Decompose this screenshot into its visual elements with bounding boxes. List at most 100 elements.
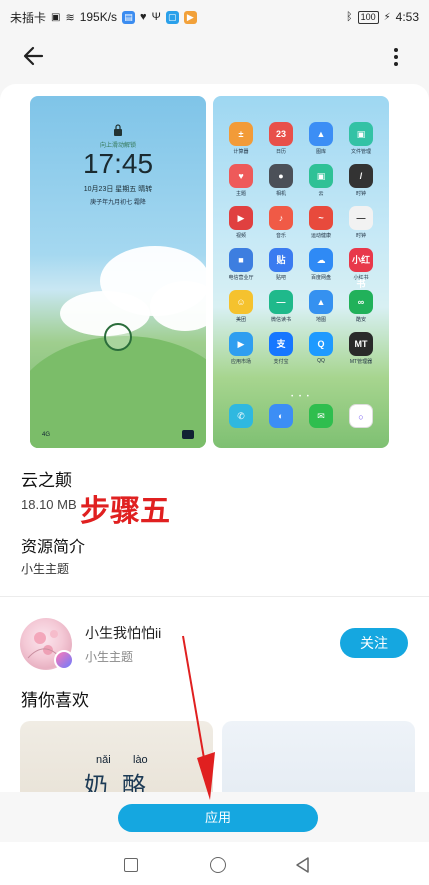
app-label: 地图 (315, 317, 326, 323)
charging-icon: ⚡ (383, 11, 391, 23)
system-nav-bar (0, 842, 429, 885)
author-badge-icon (54, 650, 74, 670)
app-icon: Q (309, 332, 333, 356)
battery-icon: 100 (357, 10, 379, 24)
lock-signal-text: 4G (42, 432, 51, 438)
theme-size: 18.10 MB (21, 497, 77, 512)
notification-app-icon: ▤ (122, 10, 136, 24)
app-label: 小红书 (353, 275, 369, 281)
dock-app-icon: ✉ (309, 404, 333, 428)
app-label: 百度网盘 (310, 275, 331, 281)
divider (0, 596, 429, 597)
app-icon: ♪ (269, 206, 293, 230)
app-label: MT管理器 (349, 359, 373, 365)
dock-app-icon: ◐ (269, 404, 293, 428)
app-label: 美团 (235, 317, 246, 323)
app-label: 音乐 (275, 233, 286, 239)
app-icon: ▣ (349, 122, 373, 146)
step-annotation: 步骤五 (80, 495, 170, 528)
home-app-item: ▣ 文件管理 (341, 122, 381, 155)
home-app-item: ■ 电信营业厅 (221, 248, 261, 281)
carrier-text: 未插卡 (10, 10, 47, 25)
home-app-item: ▲ 地图 (301, 290, 341, 323)
sim-icon: ▣ (51, 11, 61, 23)
author-subtitle: 小生主题 (85, 650, 134, 664)
home-app-item: ♥ 主题 (221, 164, 261, 197)
app-icon: 贴 (269, 248, 293, 272)
wifi-icon: ≋ (65, 11, 75, 24)
home-app-item: ☺ 美团 (221, 290, 261, 323)
dock-app-icon: ✆ (229, 404, 253, 428)
camera-icon (182, 430, 194, 439)
app-icon: ● (269, 164, 293, 188)
app-icon: ▣ (309, 164, 333, 188)
nav-back-icon[interactable] (294, 856, 312, 874)
dock-app-icon: ○ (349, 404, 373, 428)
notification-app-icon-3: ▶ (183, 10, 197, 24)
app-icon: ~ (309, 206, 333, 230)
page-indicator: • • • (291, 394, 311, 400)
home-app-item: ♪ 音乐 (261, 206, 301, 239)
homescreen-preview[interactable]: ± 计算器 23 日历 ▲ 图库 ▣ 文件管理 ♥ 主题 ● 相机 ▣ 云 / 时钟 ▶ 视频 ♪ 音乐 ~ 运动健康 — 时… (213, 96, 389, 448)
usb-icon: Ψ (151, 11, 161, 23)
home-app-item: 支支付宝 (261, 332, 301, 365)
home-icon[interactable] (210, 857, 226, 873)
follow-button[interactable]: 关注 (340, 628, 408, 658)
app-icon: 小红书 (349, 248, 373, 289)
home-app-item: ☁ 百度网盘 (301, 248, 341, 281)
app-label: 时钟 (355, 191, 366, 197)
app-label: 运动健康 (310, 233, 331, 239)
app-icon: ∞ (349, 290, 373, 314)
lock-icon (114, 124, 122, 136)
app-icon: — (269, 290, 293, 314)
more-options-icon[interactable] (386, 42, 406, 70)
recommend-heading: 猜你喜欢 (21, 691, 89, 710)
cloud-shape (150, 281, 206, 331)
app-icon: ▲ (309, 122, 333, 146)
app-label: 文件管理 (350, 149, 371, 155)
home-app-item: 23 日历 (261, 122, 301, 155)
card-pinyin: nǎi (96, 754, 111, 766)
home-app-item: ▶ 应用市场 (221, 332, 261, 365)
lock-time: 17:45 (82, 148, 154, 179)
home-app-item: — 微信读书 (261, 290, 301, 323)
app-label: 贴吧 (275, 275, 286, 281)
app-icon: / (349, 164, 373, 188)
home-app-item: ± 计算器 (221, 122, 261, 155)
fingerprint-icon (104, 323, 132, 351)
home-app-item: ~ 运动健康 (301, 206, 341, 239)
app-label: 酷安 (355, 317, 366, 323)
notification-app-icon-2: ▢ (165, 10, 179, 24)
app-label: 支付宝 (273, 359, 289, 365)
home-app-item: Q QQ (301, 332, 341, 364)
back-arrow-icon[interactable] (20, 42, 50, 70)
apply-button[interactable]: 应用 (118, 804, 318, 832)
home-app-item: ▶ 视频 (221, 206, 261, 239)
app-label: 电信营业厅 (228, 275, 254, 281)
intro-text: 小生主题 (21, 562, 70, 576)
home-app-item: ▣ 云 (301, 164, 341, 197)
app-icon: 支 (269, 332, 293, 356)
app-icon: ▶ (229, 206, 253, 230)
status-bar: 未插卡 ▣ ≋ 195K/s ▤ ♥ Ψ ▢ ▶ ᛒ 100 ⚡ 4:53 (0, 0, 429, 34)
recents-icon[interactable] (124, 858, 138, 872)
app-label: 主题 (235, 191, 246, 197)
app-icon: ■ (229, 248, 253, 272)
author-name[interactable]: 小生我怕怕ii (85, 623, 161, 643)
app-icon: — (349, 206, 373, 230)
home-app-item: ∞ 酷安 (341, 290, 381, 323)
app-label: 视频 (235, 233, 246, 239)
clock-time: 4:53 (395, 10, 419, 24)
home-app-item: MT MT管理器 (341, 332, 381, 365)
app-label: 日历 (275, 149, 286, 155)
home-app-item: 小红书 小红书 (341, 248, 381, 289)
app-icon: ♥ (229, 164, 253, 188)
lockscreen-preview[interactable]: 向上滑动解锁 17:45 10月23日 星期五 晴转 庚子年九月初七 霜降 4G (30, 96, 206, 448)
app-icon: ± (229, 122, 253, 146)
home-app-item: ▲ 图库 (301, 122, 341, 155)
home-app-item: 贴贴吧 (261, 248, 301, 281)
home-dock: ✆ ◐ ✉ ○ (221, 404, 381, 428)
home-app-item: — 时钟 (341, 206, 381, 239)
lock-lunar-date: 庚子年九月初七 霜降 (90, 200, 146, 206)
theme-title: 云之颠 (21, 471, 72, 490)
